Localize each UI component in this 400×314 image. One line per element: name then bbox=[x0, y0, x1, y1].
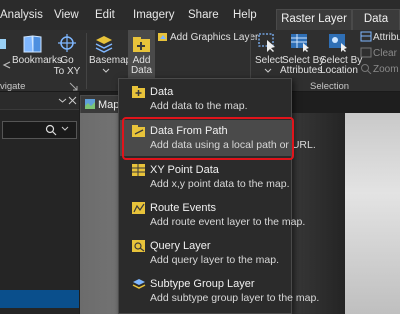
menu-bar: Analysis View Edit Imagery Share Help Ra… bbox=[0, 0, 400, 30]
search-icon bbox=[45, 124, 57, 136]
menu-item-query-layer[interactable]: Query Layer Add query layer to the map. bbox=[120, 235, 291, 271]
zoom-to-button[interactable]: Zoom T bbox=[373, 64, 400, 75]
menu-item-subtype-group-layer[interactable]: Subtype Group Layer Add subtype group la… bbox=[120, 273, 319, 309]
menu-item-route-events[interactable]: Route Events Add route event layer to th… bbox=[120, 197, 305, 233]
tab-edit[interactable]: Edit bbox=[95, 9, 115, 21]
select-by-location-line2[interactable]: Location bbox=[320, 65, 358, 76]
highlight-annotation bbox=[122, 117, 294, 160]
menu-item-route-events-title: Route Events bbox=[150, 202, 217, 214]
menu-item-subtype-group-layer-title: Subtype Group Layer bbox=[150, 278, 255, 290]
attributes-icon bbox=[360, 31, 372, 42]
goto-xy-line1[interactable]: Go bbox=[55, 55, 79, 66]
tab-view[interactable]: View bbox=[54, 9, 79, 21]
route-table-icon bbox=[132, 202, 145, 214]
chevron-down-icon[interactable] bbox=[102, 68, 110, 74]
select-by-location-icon bbox=[329, 34, 347, 52]
bookmarks-button[interactable]: Bookmarks bbox=[12, 55, 62, 66]
dialog-launcher-icon[interactable] bbox=[69, 82, 78, 91]
xy-table-icon bbox=[132, 164, 145, 176]
select-by-attributes-icon bbox=[291, 34, 309, 52]
query-layer-icon bbox=[132, 240, 145, 252]
clear-icon bbox=[360, 47, 372, 58]
basemap-button[interactable]: Basemap bbox=[89, 55, 131, 66]
menu-item-query-layer-desc: Add query layer to the map. bbox=[150, 254, 279, 266]
select-icon bbox=[258, 33, 275, 52]
select-chevron-down-icon[interactable] bbox=[264, 68, 272, 74]
selected-layer-row[interactable] bbox=[0, 290, 79, 308]
tab-help[interactable]: Help bbox=[233, 9, 257, 21]
map-raster-extent bbox=[345, 113, 400, 314]
pane-close-icon[interactable] bbox=[68, 96, 77, 105]
select-button[interactable]: Select bbox=[255, 55, 283, 66]
goto-xy-line2[interactable]: To XY bbox=[52, 66, 82, 77]
tab-data[interactable]: Data bbox=[352, 9, 400, 30]
menu-item-xy-point-data-title: XY Point Data bbox=[150, 164, 219, 176]
add-data-icon bbox=[133, 37, 150, 52]
crosshair-icon bbox=[58, 34, 76, 52]
menu-item-data-title: Data bbox=[150, 86, 174, 98]
clear-button[interactable]: Clear bbox=[373, 48, 397, 59]
tab-imagery[interactable]: Imagery bbox=[133, 9, 175, 21]
tab-analysis[interactable]: Analysis bbox=[0, 9, 43, 21]
pane-options-chevron-icon[interactable] bbox=[58, 96, 67, 105]
attributes-button[interactable]: Attribu bbox=[373, 32, 400, 43]
partial-tool-icon[interactable] bbox=[0, 37, 10, 51]
select-by-attributes-line2[interactable]: Attributes bbox=[280, 65, 322, 76]
menu-item-data[interactable]: Data Add data to the map. bbox=[120, 81, 291, 117]
tab-share[interactable]: Share bbox=[188, 9, 219, 21]
menu-item-xy-point-data[interactable]: XY Point Data Add x,y point data to the … bbox=[120, 159, 291, 195]
basemap-icon bbox=[95, 36, 113, 53]
add-data-dropdown: Data Add data to the map. Data From Path… bbox=[118, 78, 319, 314]
group-label-navigate: vigate bbox=[0, 81, 26, 92]
menu-item-xy-point-data-desc: Add x,y point data to the map. bbox=[150, 178, 290, 190]
map-tab-label: Map bbox=[98, 99, 120, 111]
zoom-to-icon bbox=[361, 64, 372, 74]
bookmarks-icon bbox=[23, 35, 42, 53]
menu-item-subtype-group-layer-desc: Add subtype group layer to the map. bbox=[150, 292, 320, 304]
search-options-chevron-icon[interactable] bbox=[61, 126, 69, 132]
add-graphics-layer-button[interactable]: Add Graphics Layer bbox=[170, 32, 258, 43]
tab-raster-layer[interactable]: Raster Layer bbox=[276, 9, 352, 30]
menu-item-query-layer-title: Query Layer bbox=[150, 240, 211, 252]
menu-item-data-desc: Add data to the map. bbox=[150, 100, 248, 112]
group-label-selection: Selection bbox=[310, 81, 350, 92]
map-icon bbox=[85, 99, 95, 109]
add-data-line2: Data bbox=[130, 65, 153, 76]
menu-item-route-events-desc: Add route event layer to the map. bbox=[150, 216, 306, 228]
folder-add-icon bbox=[132, 86, 145, 98]
graphics-layer-icon bbox=[158, 33, 167, 41]
subtype-group-icon bbox=[132, 279, 146, 289]
back-arrow-icon[interactable] bbox=[2, 61, 12, 69]
